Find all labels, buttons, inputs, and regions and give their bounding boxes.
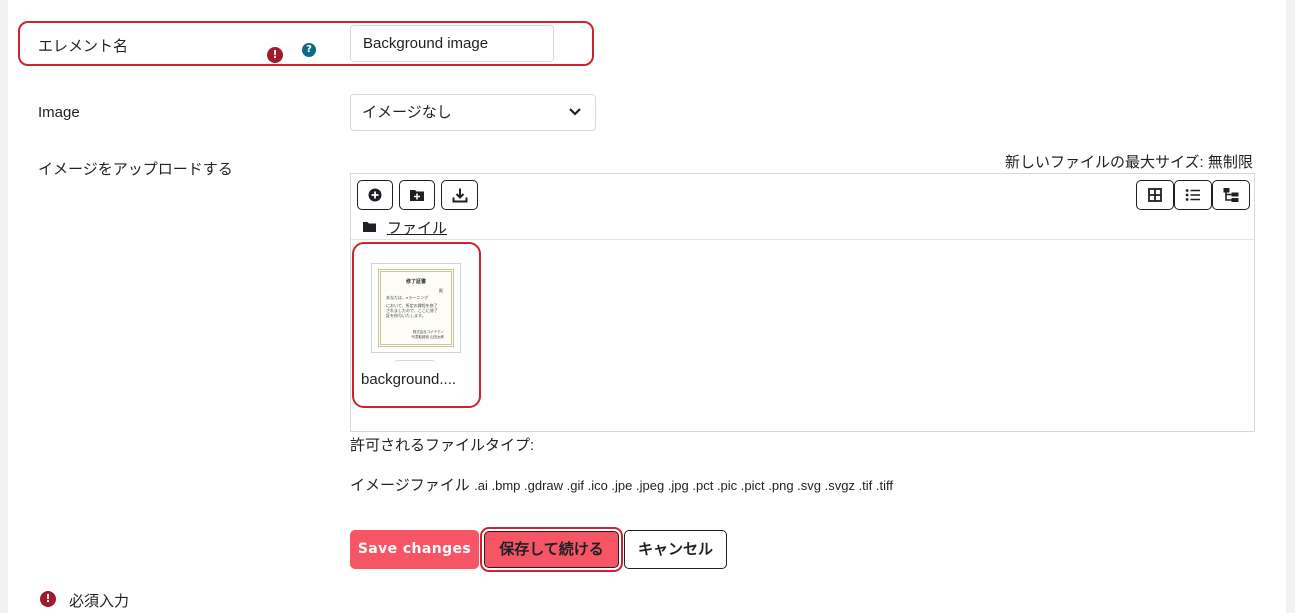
allowed-types: イメージファイル .ai .bmp .gdraw .gif .ico .jpe … — [350, 474, 893, 495]
element-name-input[interactable]: Background image — [350, 25, 554, 62]
file-picker: ファイル 修了証書 殿 あなたは、eラーニング において、所定の課程を修了 され… — [350, 173, 1255, 432]
save-and-continue-button[interactable]: 保存して続ける — [484, 531, 619, 568]
add-file-button[interactable] — [357, 180, 393, 210]
thumb-title: 修了証書 — [405, 279, 426, 285]
cancel-button[interactable]: キャンセル — [624, 530, 727, 569]
allowed-types-label: 許可されるファイルタイプ: — [350, 437, 535, 454]
thumb-line-7: 代表取締役 山田太郎 — [411, 335, 444, 339]
max-size-text: 新しいファイルの最大サイズ: 無制限 — [1005, 154, 1253, 171]
image-label: Image — [38, 104, 80, 121]
help-icon[interactable]: ? — [302, 43, 316, 57]
file-tile[interactable]: 修了証書 殿 あなたは、eラーニング において、所定の課程を修了 されましたので… — [371, 263, 461, 353]
plus-circle-icon — [368, 188, 382, 202]
upload-label: イメージをアップロードする — [38, 161, 233, 178]
allowed-group: イメージファイル — [350, 477, 470, 494]
tree-view-button[interactable] — [1212, 180, 1250, 210]
image-select-value: イメージなし — [362, 104, 452, 121]
image-select[interactable]: イメージなし — [350, 94, 596, 131]
element-name-label: エレメント名 — [38, 38, 129, 55]
add-folder-icon — [410, 190, 424, 201]
grid-view-icon — [1148, 188, 1162, 202]
file-thumbnail: 修了証書 殿 あなたは、eラーニング において、所定の課程を修了 されましたので… — [378, 269, 454, 347]
file-name[interactable]: background.... — [361, 371, 456, 388]
create-folder-button[interactable] — [399, 180, 435, 210]
allowed-extensions: .ai .bmp .gdraw .gif .ico .jpe .jpeg .jp… — [474, 478, 893, 493]
grid-view-button[interactable] — [1136, 180, 1174, 210]
thumb-line-5: 証を授与いたします。 — [386, 313, 426, 318]
download-all-button[interactable] — [441, 180, 478, 210]
list-view-button[interactable] — [1174, 180, 1212, 210]
thumb-line-2: あなたは、eラーニング — [386, 295, 429, 300]
folder-path-link[interactable]: ファイル — [387, 217, 447, 238]
file-menu-handle[interactable] — [394, 360, 436, 365]
toolbar-divider — [351, 239, 1254, 240]
required-note: 必須入力 — [69, 593, 130, 610]
list-view-icon — [1185, 189, 1200, 201]
chevron-down-icon — [569, 108, 581, 116]
required-note-icon: ! — [40, 591, 56, 607]
tree-view-icon — [1223, 188, 1239, 202]
required-icon: ! — [267, 47, 283, 63]
folder-icon — [363, 222, 376, 232]
download-icon — [452, 188, 467, 203]
thumb-line-1: 殿 — [439, 288, 443, 293]
save-changes-button[interactable]: Save changes — [350, 530, 479, 569]
